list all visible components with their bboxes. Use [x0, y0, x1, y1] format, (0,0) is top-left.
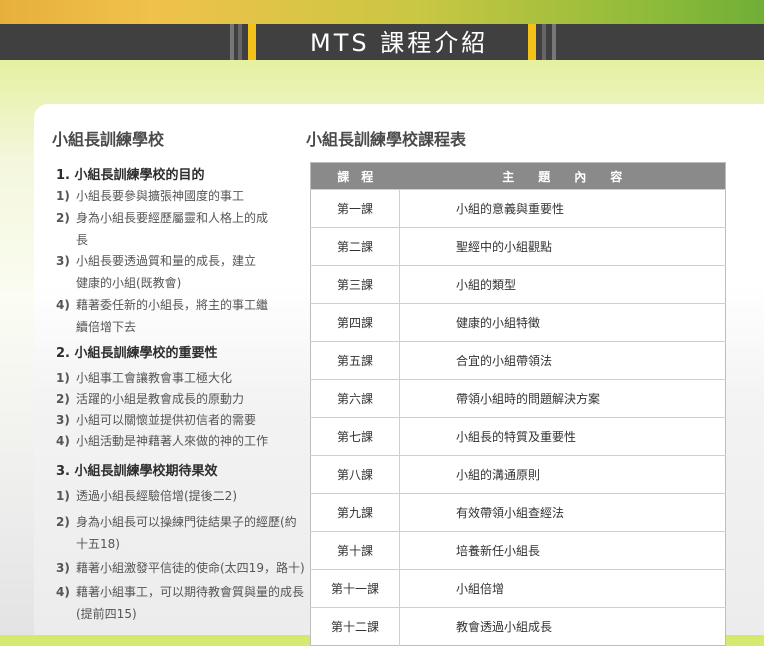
- list-item: 1) 小組長要參與擴張神國度的事工: [56, 185, 306, 207]
- list-item: 4) 小組活動是神藉著人來做的神的工作: [56, 430, 306, 452]
- item-number: 3): [56, 413, 70, 427]
- table-row: 第七課 小組長的特質及重要性: [310, 417, 726, 456]
- item-number: 3): [56, 561, 70, 575]
- item-text: 藉著小組事工，可以期待教會質與量的成長: [76, 585, 305, 599]
- left-column-title: 小組長訓練學校: [52, 130, 165, 149]
- topic-cell: 合宜的小組帶領法: [399, 341, 726, 380]
- item-number: 4): [56, 434, 70, 448]
- column-header-lesson: 課 程: [310, 162, 400, 190]
- topic-cell: 小組的溝通原則: [399, 455, 726, 494]
- topic-cell: 教會透過小組成長: [399, 607, 726, 646]
- topic-cell: 聖經中的小組觀點: [399, 227, 726, 266]
- item-text: 活躍的小組是教會成長的原動力: [76, 392, 245, 406]
- left-decorative-bars: [230, 24, 256, 60]
- lesson-cell: 第五課: [310, 341, 400, 380]
- section-heading-purpose: 1. 小組長訓練學校的目的: [56, 168, 205, 183]
- topic-cell: 帶領小組時的問題解決方案: [399, 379, 726, 418]
- item-text-continued: 健康的小組(既教會): [76, 276, 182, 290]
- lesson-cell: 第四課: [310, 303, 400, 342]
- item-number: 3): [56, 254, 70, 268]
- list-item: 1) 小組事工會讓教會事工極大化: [56, 367, 306, 389]
- left-column: 小組長訓練學校: [52, 126, 312, 150]
- title-band: MTS 課程介紹: [0, 24, 764, 60]
- item-number: 4): [56, 298, 70, 312]
- lesson-cell: 第十課: [310, 531, 400, 570]
- schedule-title: 小組長訓練學校課程表: [306, 130, 467, 149]
- column-header-topic: 主 題 內 容: [399, 162, 726, 190]
- table-row: 第三課 小組的類型: [310, 265, 726, 304]
- item-text-continued: 續倍增下去: [76, 320, 137, 334]
- topic-cell: 健康的小組特徵: [399, 303, 726, 342]
- list-item: 3) 小組可以關懷並提供初信者的需要: [56, 409, 306, 431]
- list-item: 2) 身為小組長可以操練門徒結果子的經歷(約 十五18): [56, 511, 308, 555]
- item-number: 1): [56, 371, 70, 385]
- lesson-cell: 第八課: [310, 455, 400, 494]
- right-decorative-bars: [528, 24, 560, 60]
- course-schedule-table: 課 程 主 題 內 容 第一課 小組的意義與重要性 第二課 聖經中的小組觀點 第三課…: [310, 162, 726, 646]
- item-text: 小組事工會讓教會事工極大化: [76, 371, 233, 385]
- item-text-continued: 長: [76, 233, 89, 247]
- table-row: 第二課 聖經中的小組觀點: [310, 227, 726, 266]
- table-header-row: 課 程 主 題 內 容: [310, 162, 726, 190]
- table-row: 第六課 帶領小組時的問題解決方案: [310, 379, 726, 418]
- section-heading-importance: 2. 小組長訓練學校的重要性: [56, 346, 218, 361]
- lesson-cell: 第二課: [310, 227, 400, 266]
- topic-cell: 小組長的特質及重要性: [399, 417, 726, 456]
- topic-cell: 小組倍增: [399, 569, 726, 608]
- item-number: 2): [56, 392, 70, 406]
- item-text: 小組長要參與擴張神國度的事工: [76, 189, 245, 203]
- lesson-cell: 第九課: [310, 493, 400, 532]
- list-item: 2) 活躍的小組是教會成長的原動力: [56, 388, 306, 410]
- item-text: 小組可以關懷並提供初信者的需要: [76, 413, 257, 427]
- topic-cell: 小組的意義與重要性: [399, 189, 726, 228]
- item-text: 藉著委任新的小組長，將主的事工繼: [76, 298, 269, 312]
- table-row: 第九課 有效帶領小組查經法: [310, 493, 726, 532]
- item-text: 小組活動是神藉著人來做的神的工作: [76, 434, 269, 448]
- list-item: 2) 身為小組長要經歷屬靈和人格上的成 長: [56, 207, 306, 251]
- item-text: 透過小組長經驗倍增(提後二2): [76, 489, 237, 503]
- lesson-cell: 第十二課: [310, 607, 400, 646]
- item-number: 1): [56, 489, 70, 503]
- section-heading-expected-results: 3. 小組長訓練學校期待果效: [56, 464, 218, 479]
- table-row: 第八課 小組的溝通原則: [310, 455, 726, 494]
- table-row: 第十課 培養新任小組長: [310, 531, 726, 570]
- item-number: 2): [56, 515, 70, 529]
- item-number: 1): [56, 189, 70, 203]
- item-text: 身為小組長可以操練門徒結果子的經歷(約: [76, 515, 297, 529]
- topic-cell: 有效帶領小組查經法: [399, 493, 726, 532]
- list-item: 4) 藉著小組事工，可以期待教會質與量的成長 (提前四15): [56, 581, 308, 625]
- table-row: 第十二課 教會透過小組成長: [310, 607, 726, 646]
- topic-cell: 小組的類型: [399, 265, 726, 304]
- list-item: 3) 藉著小組激發平信徒的使命(太四19，路十): [56, 557, 308, 579]
- top-color-strip: [0, 0, 764, 24]
- item-text-continued: 十五18): [76, 537, 120, 551]
- table-row: 第五課 合宜的小組帶領法: [310, 341, 726, 380]
- table-row: 第十一課 小組倍增: [310, 569, 726, 608]
- page-title: MTS 課程介紹: [310, 29, 489, 57]
- lesson-cell: 第一課: [310, 189, 400, 228]
- list-item: 3) 小組長要透過質和量的成長，建立 健康的小組(既教會): [56, 250, 306, 294]
- list-item: 4) 藉著委任新的小組長，將主的事工繼 續倍增下去: [56, 294, 306, 338]
- item-text: 身為小組長要經歷屬靈和人格上的成: [76, 211, 269, 225]
- item-text-continued: (提前四15): [76, 607, 137, 621]
- item-number: 2): [56, 211, 70, 225]
- topic-cell: 培養新任小組長: [399, 531, 726, 570]
- lesson-cell: 第七課: [310, 417, 400, 456]
- table-row: 第一課 小組的意義與重要性: [310, 189, 726, 228]
- list-item: 1) 透過小組長經驗倍增(提後二2): [56, 485, 306, 507]
- item-text: 小組長要透過質和量的成長，建立: [76, 254, 257, 268]
- lesson-cell: 第六課: [310, 379, 400, 418]
- item-text: 藉著小組激發平信徒的使命(太四19，路十): [76, 561, 305, 575]
- lesson-cell: 第三課: [310, 265, 400, 304]
- lesson-cell: 第十一課: [310, 569, 400, 608]
- table-row: 第四課 健康的小組特徵: [310, 303, 726, 342]
- item-number: 4): [56, 585, 70, 599]
